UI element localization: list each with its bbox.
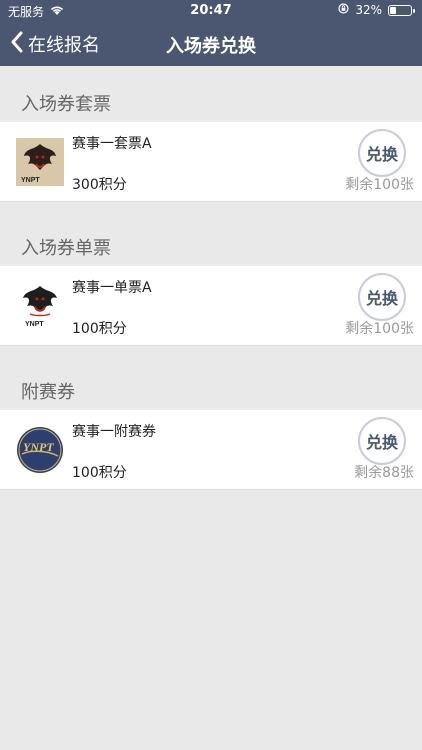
logo-text: YNPT	[25, 321, 44, 328]
nav-bar: 在线报名 入场券兑换	[0, 22, 422, 66]
ticket-name: 赛事一附赛券	[72, 424, 156, 440]
status-right: 32%	[338, 3, 415, 17]
exchange-button[interactable]: 兑换	[358, 273, 406, 321]
exchange-button[interactable]: 兑换	[358, 129, 406, 177]
ticket-name: 赛事一单票A	[72, 280, 152, 296]
page-title: 入场券兑换	[166, 36, 256, 57]
app-header: 无服务 20:47 32% 在线报名 入场券兑换	[0, 0, 422, 66]
battery-icon	[388, 4, 415, 16]
ticket-name: 赛事一套票A	[72, 136, 152, 152]
remaining-count: 剩余88张	[354, 465, 414, 481]
ynpt-logo-icon: YNPT	[16, 426, 64, 474]
section-header-package: 入场券套票	[21, 94, 111, 115]
section-header-single: 入场券单票	[21, 238, 111, 259]
remaining-count: 剩余100张	[345, 321, 414, 337]
status-bar: 无服务 20:47 32%	[0, 0, 422, 22]
phoenix-logo-icon: YNPT	[16, 282, 64, 330]
ticket-points: 300积分	[72, 177, 127, 193]
ticket-item: YNPT 赛事一套票A 300积分 兑换 剩余100张	[0, 122, 422, 202]
exchange-button[interactable]: 兑换	[358, 417, 406, 465]
ticket-item: YNPT 赛事一单票A 100积分 兑换 剩余100张	[0, 266, 422, 346]
ticket-item: YNPT 赛事一附赛券 100积分 兑换 剩余88张	[0, 410, 422, 490]
phoenix-logo-icon: YNPT	[16, 138, 64, 186]
remaining-count: 剩余100张	[345, 177, 414, 193]
logo-text: YNPT	[23, 440, 54, 454]
ticket-points: 100积分	[72, 465, 127, 481]
ticket-points: 100积分	[72, 321, 127, 337]
section-header-side-event: 附赛券	[21, 382, 75, 403]
battery-percent: 32%	[355, 3, 382, 17]
orientation-lock-icon	[338, 3, 349, 17]
battery-level	[390, 6, 396, 14]
logo-text: YNPT	[21, 177, 40, 184]
ticket-list: 入场券套票 YNPT 赛事一套票A 300积分 兑换 剩余100张 入场券单票	[0, 66, 422, 490]
